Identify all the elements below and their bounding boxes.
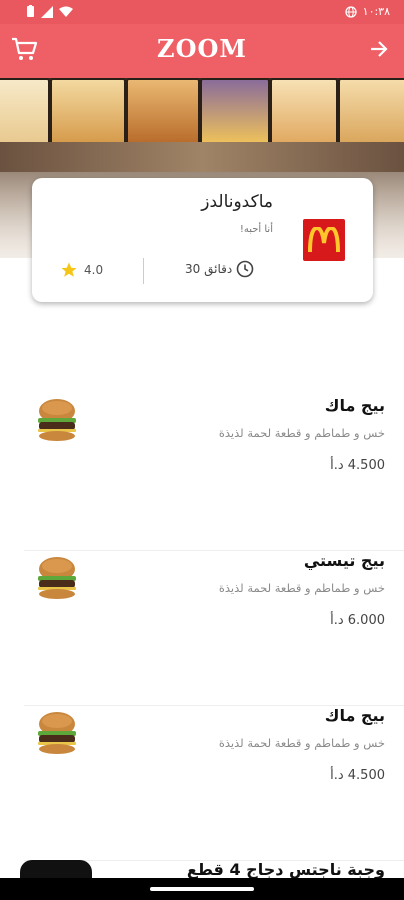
app-bar: ZOOM [0, 24, 404, 78]
menu-item-price: 4.500 د.أ [330, 458, 385, 473]
item-image-partial [20, 860, 92, 878]
app-title: ZOOM [157, 34, 247, 63]
back-button[interactable] [368, 38, 390, 60]
menu-item-title: بيج تيستي [303, 551, 385, 570]
burger-image [38, 399, 76, 441]
menu-item-description: خس و طماطم و قطعة لحمة لذيذة [218, 426, 385, 440]
home-gesture-handle[interactable] [150, 887, 254, 891]
menu-item-title: بيج ماك [324, 396, 385, 415]
restaurant-info-card: ماكدونالدز أنا أحبه! 30 دقائق 4.0 [32, 178, 373, 302]
rating-value: 4.0 [84, 263, 104, 277]
burger-image [38, 712, 76, 754]
menu-item-title: وجبة ناجتس دجاج 4 قطع [186, 860, 385, 878]
status-bar: ١٠:٣٨ [0, 0, 404, 24]
restaurant-logo [303, 219, 345, 261]
menu-item[interactable]: بيج ماك خس و طماطم و قطعة لحمة لذيذة 4.5… [0, 706, 404, 861]
golden-arches-logo [308, 227, 340, 253]
menu-item-partial[interactable]: وجبة ناجتس دجاج 4 قطع [0, 850, 404, 878]
burger-image [38, 557, 76, 599]
menu-item[interactable]: بيج ماك خس و طماطم و قطعة لحمة لذيذة 4.5… [0, 396, 404, 551]
menu-item-description: خس و طماطم و قطعة لحمة لذيذة [218, 581, 385, 595]
menu-item[interactable]: بيج تيستي خس و طماطم و قطعة لحمة لذيذة 6… [0, 551, 404, 706]
restaurant-name: ماكدونالدز [201, 192, 273, 212]
menu-item-price: 6.000 د.أ [330, 613, 385, 628]
status-time: ١٠:٣٨ [362, 5, 390, 18]
delivery-time: 30 دقائق [185, 260, 254, 278]
battery-icon [27, 5, 34, 17]
menu-item-price: 4.500 د.أ [330, 768, 385, 783]
star-icon [61, 262, 77, 277]
wifi-icon [59, 6, 73, 17]
signal-icon [41, 5, 53, 18]
arrow-right-icon [371, 41, 388, 57]
globe-icon [345, 5, 357, 18]
system-navigation-bar [0, 878, 404, 900]
info-divider [143, 258, 144, 284]
restaurant-rating: 4.0 [60, 261, 103, 279]
restaurant-tagline: أنا أحبه! [239, 224, 273, 235]
clock-icon [236, 260, 254, 278]
delivery-time-text: 30 دقائق [185, 262, 233, 276]
status-icons-right: ١٠:٣٨ [345, 5, 390, 18]
menu-item-title: بيج ماك [324, 706, 385, 725]
menu-item-description: خس و طماطم و قطعة لحمة لذيذة [218, 736, 385, 750]
status-icons-left [26, 5, 73, 18]
